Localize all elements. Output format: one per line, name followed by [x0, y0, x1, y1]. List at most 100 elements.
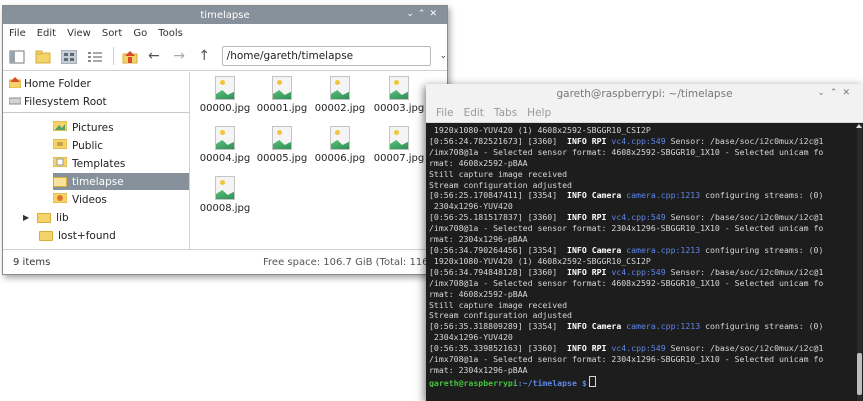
status-bar: 9 items Free space: 106.7 GiB (Total: 11… [3, 249, 463, 274]
chevron-down-icon[interactable]: ⌄ [439, 51, 447, 61]
file-name: 00001.jpg [256, 103, 308, 114]
terminal-text-segment: [0:56:34.790264456] [3354] [429, 244, 568, 255]
terminal-line: 2304x1296-YUV420 [429, 332, 853, 343]
terminal-text-segment: RPI [591, 212, 607, 223]
minimize-icon[interactable]: ⌄ [406, 9, 418, 19]
up-arrow-icon[interactable]: ↑ [198, 49, 213, 63]
file-manager-titlebar[interactable]: timelapse ⌄⌃✕ [3, 6, 447, 24]
menu-file[interactable]: File [436, 107, 454, 119]
file-item[interactable]: 00003.jpg [371, 76, 427, 114]
terminal-text-segment: RPI [591, 135, 607, 146]
scrollbar-thumb[interactable] [857, 353, 862, 395]
terminal-text-segment: Camera [591, 244, 622, 255]
file-item[interactable]: 00002.jpg [312, 76, 368, 114]
close-icon[interactable]: ✕ [429, 9, 441, 19]
maximize-icon[interactable]: ⌃ [830, 88, 843, 98]
file-item[interactable]: 00000.jpg [197, 76, 253, 114]
drive-icon [8, 95, 22, 108]
folder-icon [53, 176, 67, 187]
menu-sort[interactable]: Sort [102, 28, 123, 39]
terminal-text-segment: rmat: 4608x2592-pBAA [429, 288, 528, 299]
window-title: gareth@raspberrypi: ~/timelapse [556, 88, 733, 100]
list-view-icon[interactable] [87, 49, 103, 63]
tree-item-public[interactable]: Public [52, 137, 103, 154]
terminal-text-segment: [0:56:25.170847411] [3354] [429, 190, 568, 201]
file-item[interactable]: 00005.jpg [254, 126, 310, 164]
terminal-text-segment: INFO [567, 343, 587, 354]
terminal-text-segment: vc4.cpp:549 [611, 266, 666, 277]
image-file-icon [215, 176, 235, 200]
file-item[interactable]: 00001.jpg [254, 76, 310, 114]
tree-item-timelapse[interactable]: timelapse [53, 173, 189, 190]
menu-edit[interactable]: Edit [464, 107, 484, 119]
terminal-text-segment: INFO [567, 321, 587, 332]
back-arrow-icon[interactable]: ← [148, 49, 163, 63]
file-manager-body: Home Folder Filesystem Root Pictures Pub… [3, 72, 447, 249]
tree-item-lost-found[interactable]: lost+found [39, 227, 116, 244]
terminal-text-segment: configuring streams: (0) [700, 190, 824, 201]
terminal-text-segment: 2304x1296-YUV420 [429, 201, 513, 212]
terminal-text-segment: [0:56:35.339852163] [3360] [429, 343, 568, 354]
new-folder-icon[interactable] [35, 49, 51, 64]
pictures-folder-icon [52, 120, 68, 134]
sidebar-item-filesystem-root[interactable]: Filesystem Root [8, 93, 107, 110]
tree-item-templates[interactable]: Templates [52, 155, 126, 172]
tree-item-label: Videos [72, 193, 107, 206]
sidebar-toggle-icon[interactable] [9, 49, 25, 64]
forward-arrow-icon[interactable]: → [173, 49, 188, 63]
terminal-text-segment: configuring streams: (0) [700, 321, 824, 332]
file-name: 00007.jpg [373, 153, 425, 164]
toolbar-separator [113, 47, 114, 65]
terminal-window: gareth@raspberrypi: ~/timelapse ⌄⌃✕ File… [426, 84, 863, 401]
path-input[interactable]: /home/gareth/timelapse [221, 46, 432, 66]
menu-help[interactable]: Help [527, 107, 551, 119]
terminal-line: 2304x1296-YUV420 [429, 201, 853, 212]
terminal-text-segment: camera.cpp:1213 [626, 321, 701, 332]
terminal-line: [0:56:35.339852163] [3360] INFO RPI vc4.… [429, 343, 853, 354]
terminal-line: [0:56:34.794848128] [3360] INFO RPI vc4.… [429, 267, 853, 278]
terminal-line: Still capture image received [429, 300, 853, 311]
file-item[interactable]: 00004.jpg [197, 126, 253, 164]
tree-item-videos[interactable]: Videos [52, 191, 107, 208]
tree-item-label: Templates [72, 157, 126, 170]
tree-item-pictures[interactable]: Pictures [52, 119, 114, 136]
minimize-icon[interactable]: ⌄ [817, 88, 830, 98]
file-name: 00004.jpg [199, 153, 251, 164]
terminal-text-segment: Sensor: /base/soc/i2c0mux/i2c@1 [665, 266, 824, 277]
sidebar-item-label: Filesystem Root [24, 95, 107, 108]
tree-item-label: timelapse [72, 175, 124, 188]
menu-edit[interactable]: Edit [37, 28, 56, 39]
terminal-line: /imx708@1a - Selected sensor format: 460… [429, 278, 853, 289]
image-file-icon [389, 126, 409, 150]
file-name: 00000.jpg [199, 103, 251, 114]
expander-arrow-icon[interactable]: ▶ [23, 213, 29, 222]
terminal-prompt[interactable]: gareth@raspberrypi:~/timelapse $ [429, 375, 853, 387]
file-name: 00005.jpg [256, 153, 308, 164]
terminal-text-segment: INFO [567, 266, 587, 277]
menu-tools[interactable]: Tools [158, 28, 183, 39]
close-icon[interactable]: ✕ [842, 88, 855, 98]
window-controls: ⌄⌃✕ [406, 9, 441, 19]
menu-file[interactable]: File [9, 28, 26, 39]
tree-item-lib[interactable]: ▶ lib [23, 209, 69, 226]
file-item[interactable]: 00008.jpg [197, 176, 253, 214]
sidebar-item-home-folder[interactable]: Home Folder [8, 75, 91, 92]
text-cursor [588, 375, 596, 387]
terminal-scrollbar[interactable] [857, 125, 862, 401]
terminal-line: 1920x1080-YUV420 (1) 4608x2592-SBGGR10_C… [429, 256, 853, 267]
tree-item-label: Pictures [72, 121, 114, 134]
icon-view-icon[interactable] [60, 49, 78, 65]
file-item[interactable]: 00006.jpg [312, 126, 368, 164]
menu-tabs[interactable]: Tabs [494, 107, 517, 119]
home-icon[interactable] [122, 49, 138, 64]
terminal-text-segment: [0:56:25.181517837] [3360] [429, 212, 568, 223]
terminal-line: rmat: 4608x2592-pBAA [429, 158, 853, 169]
menu-go[interactable]: Go [133, 28, 147, 39]
terminal-titlebar[interactable]: gareth@raspberrypi: ~/timelapse ⌄⌃✕ [426, 84, 863, 104]
scroll-up-icon[interactable] [856, 124, 862, 128]
terminal-output[interactable]: 1920x1080-YUV420 (1) 4608x2592-SBGGR10_C… [429, 125, 853, 387]
terminal-text-segment: INFO [567, 190, 587, 201]
menu-view[interactable]: View [67, 28, 91, 39]
file-item[interactable]: 00007.jpg [371, 126, 427, 164]
maximize-icon[interactable]: ⌃ [418, 9, 430, 19]
